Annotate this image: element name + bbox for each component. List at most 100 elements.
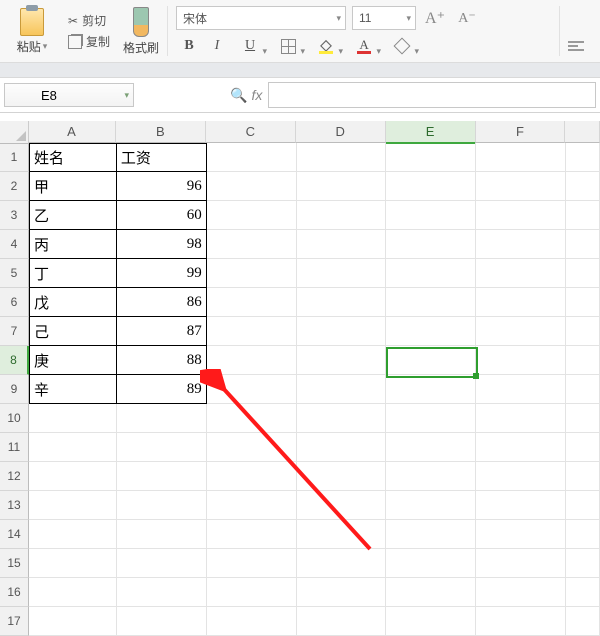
cell[interactable] — [476, 201, 566, 230]
cell[interactable] — [476, 578, 566, 607]
cell[interactable] — [476, 433, 566, 462]
underline-button[interactable]: U▾ — [232, 34, 268, 58]
cell[interactable] — [476, 462, 566, 491]
cell[interactable]: 88 — [117, 346, 207, 375]
cell[interactable]: 辛 — [29, 375, 117, 404]
cell[interactable] — [117, 578, 207, 607]
cell[interactable] — [476, 375, 566, 404]
cell[interactable] — [386, 375, 476, 404]
cell[interactable]: 99 — [117, 259, 207, 288]
cell[interactable] — [566, 317, 600, 346]
cell[interactable] — [566, 520, 600, 549]
cell[interactable] — [117, 433, 207, 462]
cell[interactable] — [207, 404, 297, 433]
cell[interactable] — [386, 578, 476, 607]
cell[interactable] — [476, 346, 566, 375]
cell[interactable]: 工资 — [117, 143, 207, 172]
cell[interactable] — [29, 462, 117, 491]
paste-button[interactable]: 粘贴▾ — [0, 0, 64, 62]
col-header-D[interactable]: D — [296, 121, 386, 143]
cell[interactable] — [297, 520, 387, 549]
cell[interactable] — [566, 143, 600, 172]
cell[interactable] — [297, 346, 387, 375]
row-header[interactable]: 14 — [0, 520, 29, 549]
cell[interactable]: 丁 — [29, 259, 117, 288]
cell[interactable] — [566, 346, 600, 375]
cut-button[interactable]: ✂ 剪切 — [68, 12, 110, 29]
cell[interactable] — [386, 520, 476, 549]
cell[interactable] — [207, 259, 297, 288]
cell[interactable] — [386, 346, 476, 375]
cell[interactable] — [386, 607, 476, 636]
cell[interactable] — [566, 201, 600, 230]
cell[interactable] — [117, 491, 207, 520]
cell[interactable] — [566, 462, 600, 491]
cell[interactable] — [297, 143, 387, 172]
cell[interactable] — [297, 259, 387, 288]
cell[interactable] — [29, 433, 117, 462]
cell[interactable] — [29, 549, 117, 578]
col-header-E[interactable]: E — [386, 121, 476, 144]
cell[interactable] — [29, 578, 117, 607]
cell[interactable] — [29, 404, 117, 433]
name-box[interactable]: E8 ▾ — [4, 83, 134, 107]
cell[interactable] — [386, 143, 476, 172]
row-header[interactable]: 12 — [0, 462, 29, 491]
cell[interactable] — [476, 172, 566, 201]
cell[interactable] — [207, 433, 297, 462]
col-header-C[interactable]: C — [206, 121, 296, 143]
col-header-A[interactable]: A — [28, 121, 116, 143]
cell[interactable] — [117, 520, 207, 549]
cell[interactable]: 乙 — [29, 201, 117, 230]
cell[interactable] — [207, 346, 297, 375]
cell[interactable] — [207, 578, 297, 607]
cell[interactable] — [476, 520, 566, 549]
font-name-combo[interactable]: 宋体 ▾ — [176, 6, 346, 30]
row-header[interactable]: 5 — [0, 259, 29, 288]
decrease-font-button[interactable]: A⁻ — [454, 6, 480, 30]
formula-input[interactable] — [268, 82, 596, 108]
cell[interactable] — [386, 201, 476, 230]
cell[interactable] — [207, 172, 297, 201]
cell[interactable]: 甲 — [29, 172, 117, 201]
format-button[interactable]: ▾ — [384, 34, 420, 58]
cell[interactable] — [207, 607, 297, 636]
cell[interactable] — [476, 317, 566, 346]
cell[interactable] — [566, 375, 600, 404]
cell[interactable]: 姓名 — [29, 143, 117, 172]
row-header[interactable]: 10 — [0, 404, 29, 433]
cell[interactable]: 86 — [117, 288, 207, 317]
cell[interactable] — [297, 433, 387, 462]
cell[interactable] — [476, 607, 566, 636]
cell[interactable] — [207, 288, 297, 317]
row-header[interactable]: 3 — [0, 201, 29, 230]
increase-font-button[interactable]: A⁺ — [422, 6, 448, 30]
cell[interactable]: 96 — [117, 172, 207, 201]
cell[interactable] — [566, 607, 600, 636]
cell[interactable] — [207, 549, 297, 578]
row-header[interactable]: 11 — [0, 433, 29, 462]
cell[interactable]: 98 — [117, 230, 207, 259]
cell[interactable] — [566, 259, 600, 288]
cell[interactable] — [207, 462, 297, 491]
cell[interactable]: 87 — [117, 317, 207, 346]
insert-function-button[interactable]: 🔍 fx — [224, 87, 268, 104]
cell[interactable] — [386, 491, 476, 520]
cell[interactable] — [386, 288, 476, 317]
row-header[interactable]: 17 — [0, 607, 29, 636]
cell[interactable] — [566, 230, 600, 259]
font-color-button[interactable]: A ▾ — [346, 34, 382, 58]
row-header[interactable]: 13 — [0, 491, 29, 520]
cell[interactable] — [476, 549, 566, 578]
cell[interactable]: 戊 — [29, 288, 117, 317]
cell[interactable] — [566, 578, 600, 607]
borders-button[interactable]: ▾ — [270, 34, 306, 58]
col-header-G[interactable] — [565, 121, 600, 143]
cell[interactable] — [207, 230, 297, 259]
worksheet[interactable]: A B C D E F 1姓名工资2甲963乙604丙985丁996戊867己8… — [0, 121, 600, 636]
cell[interactable] — [207, 491, 297, 520]
cell[interactable] — [207, 520, 297, 549]
align-left-button[interactable] — [564, 34, 596, 58]
cell[interactable] — [117, 462, 207, 491]
cell[interactable] — [297, 317, 387, 346]
